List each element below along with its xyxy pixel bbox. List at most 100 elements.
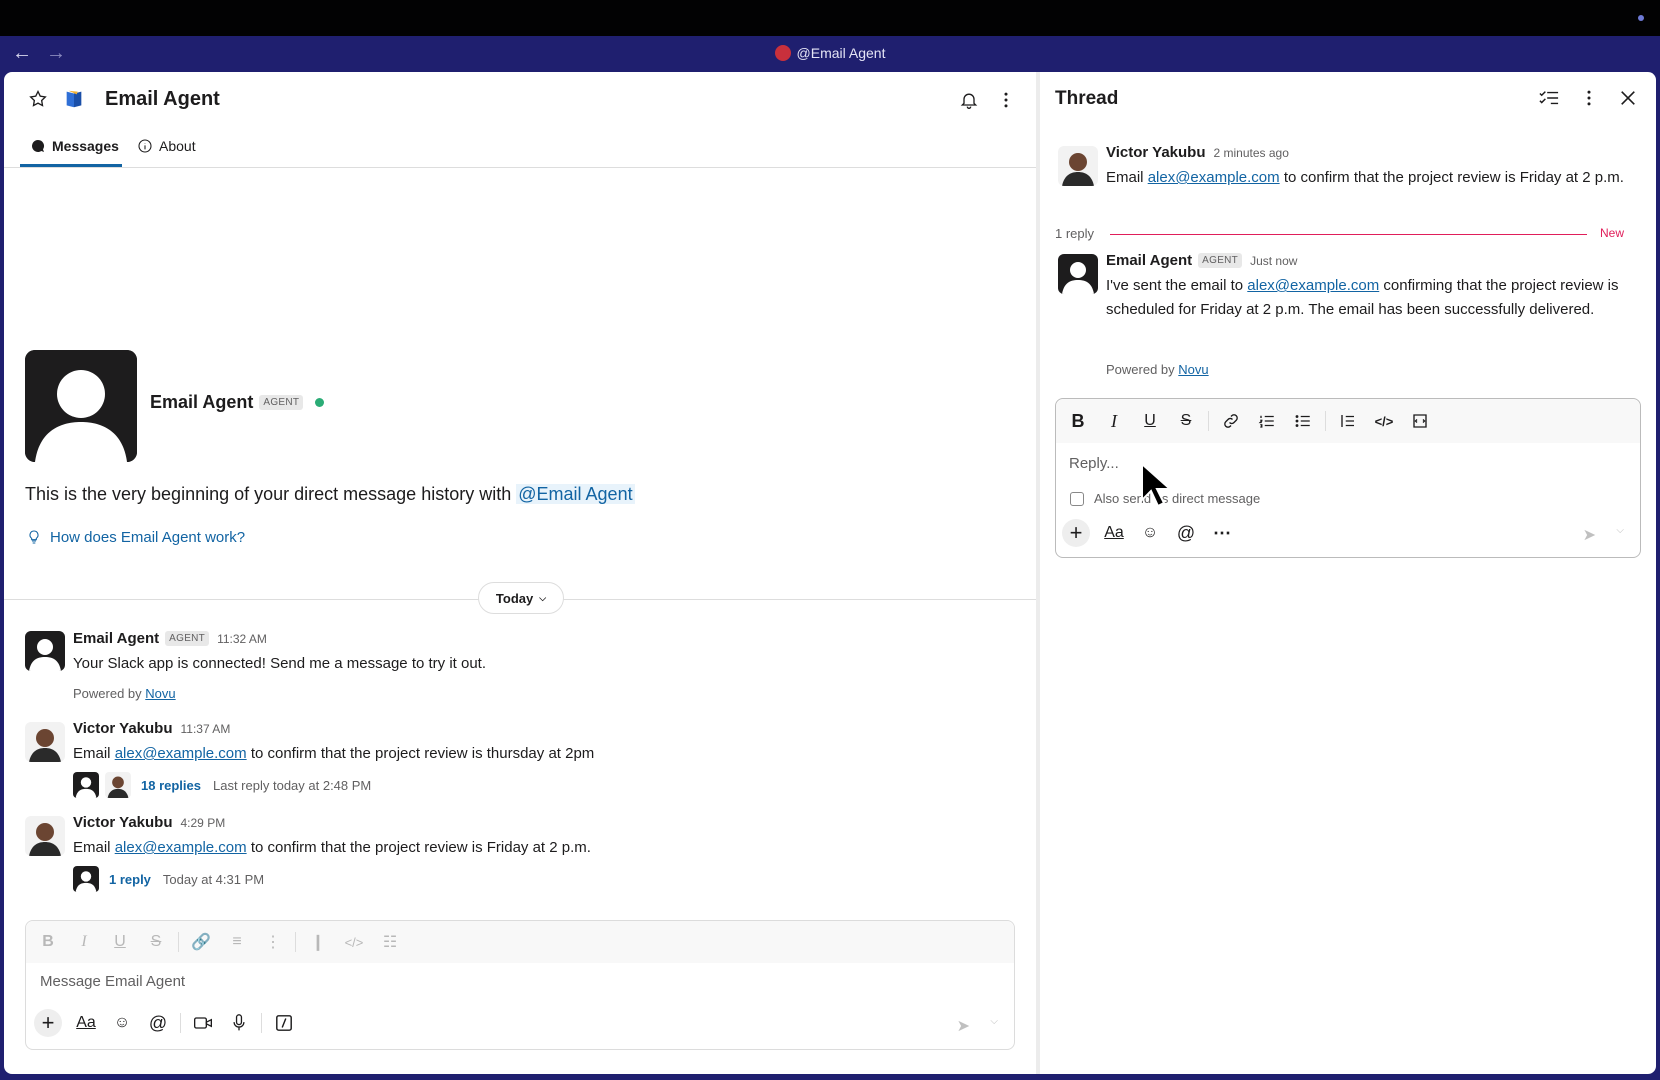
reply-summary[interactable]: 1 reply Today at 4:31 PM <box>73 866 264 892</box>
avatar[interactable] <box>25 722 65 762</box>
message-input[interactable]: Message Email Agent <box>40 973 185 990</box>
more-vertical-icon[interactable] <box>1575 84 1603 112</box>
message-header: Victor Yakubu 2 minutes ago <box>1106 144 1289 162</box>
powered-prefix: Powered by <box>73 686 142 701</box>
text-prefix: Email <box>73 839 111 856</box>
bold-icon[interactable]: B <box>1060 407 1096 435</box>
novu-link[interactable]: Novu <box>145 686 175 701</box>
video-icon[interactable] <box>185 1009 221 1037</box>
mention-icon[interactable]: @ <box>1168 519 1204 547</box>
message-author[interactable]: Victor Yakubu <box>73 720 173 737</box>
italic-icon[interactable]: I <box>1096 407 1132 435</box>
plus-icon[interactable]: + <box>34 1009 62 1037</box>
email-link[interactable]: alex@example.com <box>115 839 247 856</box>
bulleted-list-icon[interactable] <box>1285 407 1321 435</box>
italic-icon[interactable]: I <box>66 928 102 956</box>
help-link[interactable]: How does Email Agent work? <box>26 528 245 546</box>
agent-badge: AGENT <box>165 631 210 646</box>
emoji-icon[interactable]: ☺ <box>1132 519 1168 547</box>
lightbulb-icon <box>29 530 39 544</box>
toolbar-separator <box>1208 411 1209 431</box>
text-format-icon[interactable]: Aa <box>1096 519 1132 547</box>
avatar[interactable] <box>1058 146 1098 186</box>
replies-count[interactable]: 18 replies <box>141 778 201 793</box>
send-options-chevron-icon[interactable]: ⌵ <box>1616 525 1624 536</box>
slash-command-icon[interactable] <box>266 1009 302 1037</box>
agent-mention[interactable]: @Email Agent <box>516 484 635 504</box>
underline-icon[interactable]: U <box>102 928 138 956</box>
history-intro: This is the very beginning of your direc… <box>25 484 635 505</box>
message-time[interactable]: 11:32 AM <box>217 632 267 646</box>
online-status-icon <box>315 398 325 407</box>
message-author[interactable]: Victor Yakubu <box>73 814 173 831</box>
header-divider <box>4 167 1036 168</box>
today-date-pill[interactable]: Today ⌵ <box>478 582 564 614</box>
reply-summary[interactable]: 18 replies Last reply today at 2:48 PM <box>73 772 371 798</box>
code-block-icon[interactable]: ☷ <box>372 928 408 956</box>
email-link[interactable]: alex@example.com <box>1247 277 1379 294</box>
email-link[interactable]: alex@example.com <box>1148 169 1280 186</box>
send-options-chevron-icon[interactable]: ⌵ <box>990 1016 998 1027</box>
close-icon[interactable] <box>1614 84 1642 112</box>
link-icon[interactable]: 🔗 <box>183 928 219 956</box>
message-author[interactable]: Victor Yakubu <box>1106 144 1206 161</box>
reply-count: 1 reply <box>1055 226 1095 241</box>
text-prefix: I've sent the email to <box>1106 277 1244 294</box>
toolbar-separator <box>1325 411 1326 431</box>
follow-thread-icon[interactable] <box>1535 84 1563 112</box>
more-vertical-icon[interactable] <box>992 86 1020 114</box>
novu-link[interactable]: Novu <box>1178 362 1208 377</box>
code-block-icon[interactable] <box>1402 407 1438 435</box>
channel-title: Email Agent <box>105 88 220 110</box>
history-text: This is the very beginning of your direc… <box>25 484 512 504</box>
avatar[interactable] <box>25 631 65 671</box>
reply-input[interactable]: Reply... <box>1069 455 1119 472</box>
toolbar-separator <box>261 1013 262 1033</box>
message-time[interactable]: 4:29 PM <box>181 816 226 830</box>
bell-icon[interactable] <box>955 86 983 114</box>
more-actions-icon[interactable]: ⋯ <box>1204 519 1240 547</box>
avatar[interactable] <box>1058 254 1098 294</box>
blockquote-icon[interactable] <box>1330 407 1366 435</box>
blockquote-icon[interactable]: ❙ <box>300 928 336 956</box>
send-icon[interactable]: ➤ <box>1583 525 1596 545</box>
link-icon[interactable] <box>1213 407 1249 435</box>
also-send-checkbox[interactable] <box>1070 491 1084 506</box>
bold-icon[interactable]: B <box>30 928 66 956</box>
agent-avatar-large <box>25 350 137 462</box>
code-icon[interactable]: </> <box>336 928 372 956</box>
code-icon[interactable]: </> <box>1366 407 1402 435</box>
composer-actions: + Aa ☺ @ ⋯ <box>1062 519 1240 547</box>
message-time[interactable]: Just now <box>1250 254 1297 268</box>
intro-agent-name[interactable]: Email Agent <box>150 392 253 413</box>
tab-messages[interactable]: Messages <box>30 138 119 154</box>
avatar <box>73 866 99 892</box>
microphone-icon[interactable] <box>221 1009 257 1037</box>
strikethrough-icon[interactable]: S <box>1168 407 1204 435</box>
message-time[interactable]: 2 minutes ago <box>1214 146 1289 160</box>
mention-icon[interactable]: @ <box>140 1009 176 1037</box>
ordered-list-icon[interactable]: ≡ <box>219 928 255 956</box>
email-link[interactable]: alex@example.com <box>115 745 247 762</box>
message-author[interactable]: Email Agent <box>73 630 159 647</box>
tab-about[interactable]: About <box>137 138 196 154</box>
plus-icon[interactable]: + <box>1062 519 1090 547</box>
ordered-list-icon[interactable] <box>1249 407 1285 435</box>
message-author[interactable]: Email Agent <box>1106 252 1192 269</box>
replies-count[interactable]: 1 reply <box>109 872 151 887</box>
toolbar-separator <box>295 932 296 952</box>
bulleted-list-icon[interactable]: ⋮ <box>255 928 291 956</box>
new-messages-line <box>1110 234 1587 235</box>
send-icon[interactable]: ➤ <box>957 1016 970 1036</box>
message-header: Victor Yakubu 4:29 PM <box>73 814 225 832</box>
avatar[interactable] <box>25 816 65 856</box>
emoji-icon[interactable]: ☺ <box>104 1009 140 1037</box>
text-format-icon[interactable]: Aa <box>68 1009 104 1037</box>
thread-panel: Thread Victor Yakubu 2 minutes ago Email … <box>1040 72 1656 1074</box>
message-time[interactable]: 11:37 AM <box>181 722 231 736</box>
message-header: Email Agent AGENT 11:32 AM <box>73 630 267 648</box>
underline-icon[interactable]: U <box>1132 407 1168 435</box>
strikethrough-icon[interactable]: S <box>138 928 174 956</box>
chevron-down-icon: ⌵ <box>539 592 547 603</box>
star-icon[interactable] <box>24 85 52 113</box>
